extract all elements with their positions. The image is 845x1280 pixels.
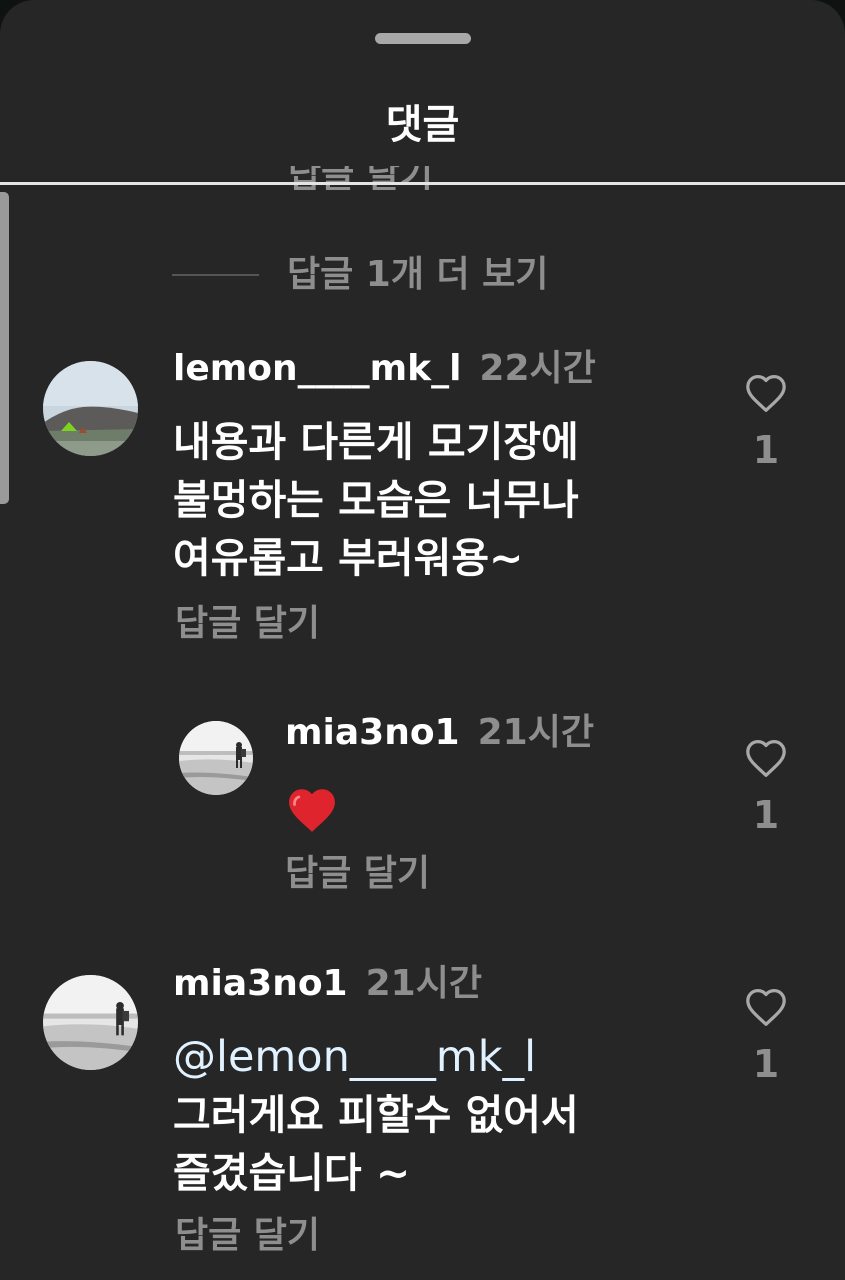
like-button[interactable]: 1 [736, 373, 796, 473]
username[interactable]: mia3no1 [173, 963, 348, 1004]
clipped-reply-link[interactable]: 답글 달기 [288, 166, 433, 190]
red-heart-emoji-shape [289, 789, 335, 832]
timestamp: 21시간 [477, 712, 594, 753]
reply-button[interactable]: 답글 달기 [175, 601, 320, 647]
sheet-title: 댓글 [385, 102, 460, 148]
view-more-replies[interactable]: 답글 1개 더 보기 [172, 252, 548, 298]
like-count: 1 [752, 1042, 780, 1086]
reply-button[interactable]: 답글 달기 [175, 1213, 320, 1259]
timestamp: 21시간 [365, 963, 482, 1004]
comment-line: 즐겼습니다 ~ [173, 1149, 411, 1197]
comment-meta: lemon____mk_l 22시간 [173, 346, 596, 398]
comment-meta: mia3no1 21시간 [173, 961, 482, 1013]
avatar[interactable] [179, 721, 253, 795]
mention-link[interactable]: @lemon____mk_l [173, 1028, 579, 1086]
comment-line: 내용과 다른게 모기장에 [173, 418, 579, 466]
reply-button[interactable]: 답글 달기 [285, 851, 430, 897]
comment-text: 내용과 다른게 모기장에 불멍하는 모습은 너무나 여유롭고 부러워용~ [173, 413, 579, 587]
red-heart-emoji [285, 786, 339, 838]
heart-outline-icon[interactable] [744, 987, 788, 1027]
username[interactable]: lemon____mk_l [173, 348, 461, 389]
comment-line: 그러게요 피할수 없어서 [173, 1091, 579, 1139]
comment-line: 불멍하는 모습은 너무나 [173, 476, 579, 524]
avatar[interactable] [43, 975, 138, 1070]
scrollbar[interactable] [0, 192, 9, 504]
view-more-line [172, 274, 259, 276]
view-more-replies-label[interactable]: 답글 1개 더 보기 [287, 252, 548, 298]
timestamp: 22시간 [479, 348, 596, 389]
beach-hiker-avatar [43, 975, 138, 1070]
username[interactable]: mia3no1 [285, 712, 460, 753]
avatar[interactable] [43, 361, 138, 456]
heart-outline-icon[interactable] [744, 738, 788, 778]
comment-line: 여유롭고 부러워용~ [173, 534, 524, 582]
like-button[interactable]: 1 [736, 987, 796, 1087]
like-count: 1 [752, 428, 780, 472]
comment-meta: mia3no1 21시간 [285, 710, 594, 762]
like-count: 1 [752, 793, 780, 837]
beach-hiker-avatar [179, 721, 253, 795]
like-button[interactable]: 1 [736, 738, 796, 838]
comments-sheet: 댓글 답글 달기 답글 1개 더 보기 lemon____mk_l 22시간 내용… [0, 0, 845, 1280]
heart-outline-icon[interactable] [744, 373, 788, 413]
comment-text: @lemon____mk_l 그러게요 피할수 없어서 즐겼습니다 ~ [173, 1028, 579, 1202]
landscape-tent-avatar [43, 361, 138, 456]
drag-handle[interactable] [375, 33, 471, 44]
header-divider [0, 182, 845, 185]
